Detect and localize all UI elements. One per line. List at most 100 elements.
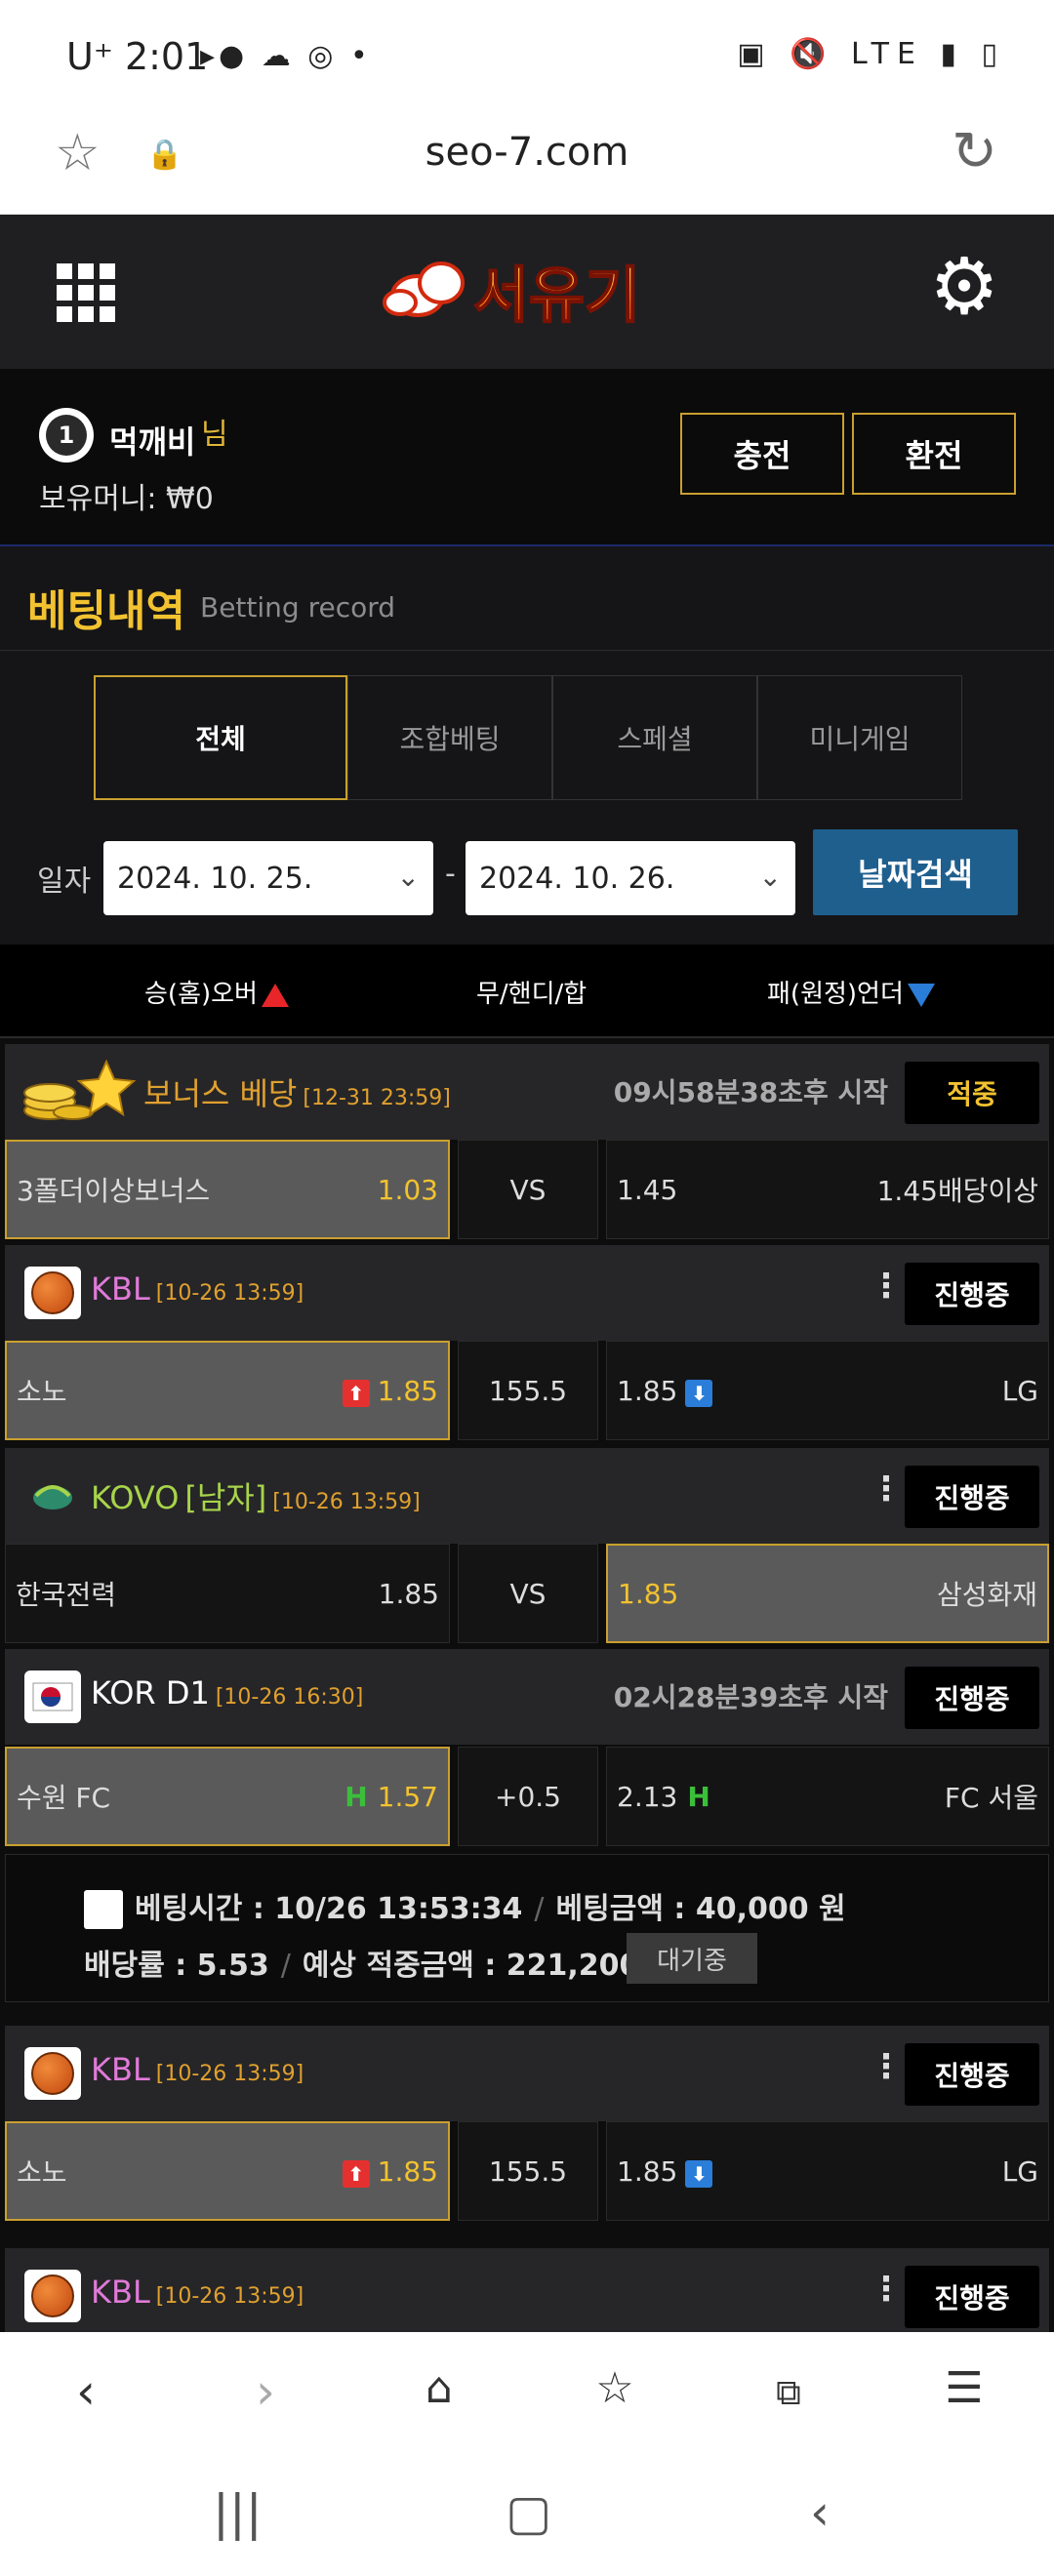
tab-minigame[interactable]: 미니게임 <box>757 675 962 800</box>
forward-icon[interactable]: › <box>226 2363 304 2420</box>
status-badge: 적중 <box>905 1062 1039 1124</box>
match-header: KBL [10-26 13:59] ⋮ 진행중 <box>5 1245 1049 1341</box>
home-odd-wrap: H 1.57 <box>345 1781 438 1813</box>
reload-icon[interactable]: ↻ <box>952 120 997 183</box>
match-row: 소노 ⬆ 1.85 155.5 1.85 ⬇ LG <box>5 1341 1049 1440</box>
countdown-text: 09시58분38초후 시작 <box>613 1076 888 1108</box>
handicap-mark: H <box>687 1780 710 1813</box>
col-home-label: 승(홈)오버 <box>144 980 258 1009</box>
away-odd-wrap: 2.13 H <box>617 1781 710 1813</box>
draw-option[interactable]: VS <box>458 1544 598 1643</box>
handicap-option[interactable]: +0.5 <box>458 1747 598 1846</box>
date-label: 일자 <box>37 865 92 899</box>
home-odd: 1.85 <box>378 1577 439 1610</box>
bookmarks-icon[interactable]: ☆ <box>576 2363 654 2413</box>
coins-star-icon <box>22 1059 138 1122</box>
status-badge: 진행중 <box>905 1466 1039 1528</box>
col-home: 승(홈)오버 <box>144 974 289 1010</box>
recent-apps-icon[interactable]: ||| <box>213 2484 263 2541</box>
select-checkbox[interactable] <box>84 1890 123 1929</box>
notification-icons: ▸● ☁ ◎ • <box>200 39 372 73</box>
match-time: [10-26 13:59] <box>272 1490 421 1514</box>
exchange-button[interactable]: 환전 <box>852 413 1016 495</box>
more-icon[interactable]: ⋮ <box>870 2270 903 2309</box>
divider <box>0 650 1054 651</box>
date-to-select[interactable]: 2024. 10. 26. ⌄ <box>466 841 795 915</box>
date-search-button[interactable]: 날짜검색 <box>813 829 1018 915</box>
home-option[interactable]: 수원 FC H 1.57 <box>5 1747 450 1846</box>
status-badge: 진행중 <box>905 2043 1039 2106</box>
tab-special[interactable]: 스페셜 <box>552 675 757 800</box>
balance-text: 보유머니: ₩0 <box>39 482 214 516</box>
home-odd-wrap: ⬆ 1.85 <box>342 2155 438 2188</box>
page-title: 베팅내역 <box>27 586 185 636</box>
status-bar: U⁺ 2:01 ▸● ☁ ◎ • ▣ 🔇 LTE ▮ ▯ <box>0 0 1054 112</box>
back-button-icon[interactable]: ‹ <box>810 2484 830 2541</box>
site-header: 서유기 ⚙ <box>0 215 1054 369</box>
gear-icon[interactable]: ⚙ <box>929 248 999 326</box>
triangle-up-icon <box>261 983 289 1007</box>
basketball-icon <box>24 1267 81 1319</box>
home-odd: 1.85 <box>377 1374 438 1407</box>
home-icon[interactable]: ⌂ <box>400 2363 478 2413</box>
back-icon[interactable]: ‹ <box>47 2363 125 2420</box>
league-label: KOVO <box>91 1479 180 1516</box>
tabs-icon[interactable]: ⧉ <box>750 2373 828 2414</box>
home-odd: 1.57 <box>377 1780 438 1813</box>
tab-combo[interactable]: 조합베팅 <box>347 675 552 800</box>
more-icon[interactable]: ⋮ <box>870 1267 903 1306</box>
col-away-label: 패(원정)언더 <box>767 980 904 1009</box>
match-row: 3폴더이상보너스 1.03 VS 1.45 1.45배당이상 <box>5 1140 1049 1239</box>
away-option[interactable]: 1.85 삼성화재 <box>606 1544 1049 1643</box>
league-label: KBL <box>91 2274 150 2311</box>
match-header: 보너스 베당 [12-31 23:59] 09시58분38초후 시작 적중 <box>5 1044 1049 1140</box>
status-badge: 진행중 <box>905 1263 1039 1325</box>
match-row: 수원 FC H 1.57 +0.5 2.13 H FC 서울 <box>5 1747 1049 1846</box>
home-option[interactable]: 한국전력 1.85 <box>5 1544 450 1643</box>
date-from-value: 2024. 10. 25. <box>117 861 313 896</box>
handicap-option[interactable]: 155.5 <box>458 1341 598 1440</box>
away-odd: 2.13 <box>617 1780 678 1813</box>
home-option[interactable]: 소노 ⬆ 1.85 <box>5 2121 450 2221</box>
category-tabs: 전체 조합베팅 스페셜 미니게임 <box>94 675 962 800</box>
away-odd-wrap: 1.85 ⬇ <box>617 1375 713 1407</box>
bet-time: 베팅시간 : 10/26 13:53:34 <box>135 1892 523 1926</box>
away-option[interactable]: 1.45 1.45배당이상 <box>606 1140 1049 1239</box>
separator: / <box>534 1892 545 1926</box>
home-button-icon[interactable]: ▢ <box>506 2484 551 2541</box>
match-row: 소노 ⬆ 1.85 155.5 1.85 ⬇ LG <box>5 2121 1049 2221</box>
away-option[interactable]: 1.85 ⬇ LG <box>606 1341 1049 1440</box>
page-subtitle: Betting record <box>200 591 396 624</box>
chevron-down-icon: ⌄ <box>396 861 420 893</box>
match-time: [10-26 13:59] <box>155 2062 304 2086</box>
site-logo[interactable]: 서유기 <box>381 242 673 340</box>
menu-icon[interactable]: ☰ <box>925 2363 1003 2413</box>
bet-rate: 배당률 : 5.53 <box>84 1949 269 1983</box>
draw-option[interactable]: VS <box>458 1140 598 1239</box>
arrow-down-icon: ⬇ <box>685 2159 713 2188</box>
handicap-option[interactable]: 155.5 <box>458 2121 598 2221</box>
league-label: 보너스 베당 <box>143 1075 298 1112</box>
away-option[interactable]: 1.85 ⬇ LG <box>606 2121 1049 2221</box>
match-header: KBL [10-26 13:59] ⋮ 진행중 <box>5 2248 1049 2332</box>
away-odd: 1.85 <box>617 2154 678 2188</box>
match-time: [10-26 13:59] <box>155 1281 304 1306</box>
triangle-down-icon <box>907 983 935 1007</box>
away-option[interactable]: 2.13 H FC 서울 <box>606 1747 1049 1846</box>
kleague-logo-icon <box>24 1670 81 1723</box>
home-option[interactable]: 3폴더이상보너스 1.03 <box>5 1140 450 1239</box>
tab-all[interactable]: 전체 <box>94 675 347 800</box>
level-number: 1 <box>46 415 87 456</box>
home-option[interactable]: 소노 ⬆ 1.85 <box>5 1341 450 1440</box>
kovo-logo-icon <box>24 1469 81 1522</box>
more-icon[interactable]: ⋮ <box>870 1469 903 1509</box>
menu-grid-icon[interactable] <box>57 263 115 322</box>
url-bar: ☆ 🔒 seo-7.com ↻ <box>0 112 1054 215</box>
away-team: 1.45배당이상 <box>876 1175 1038 1207</box>
charge-button[interactable]: 충전 <box>680 413 844 495</box>
url-text[interactable]: seo-7.com <box>0 130 1054 175</box>
date-from-select[interactable]: 2024. 10. 25. ⌄ <box>103 841 433 915</box>
league-name: KBL [10-26 13:59] <box>91 2274 304 2311</box>
waiting-badge: 대기중 <box>627 1933 757 1984</box>
more-icon[interactable]: ⋮ <box>870 2047 903 2086</box>
